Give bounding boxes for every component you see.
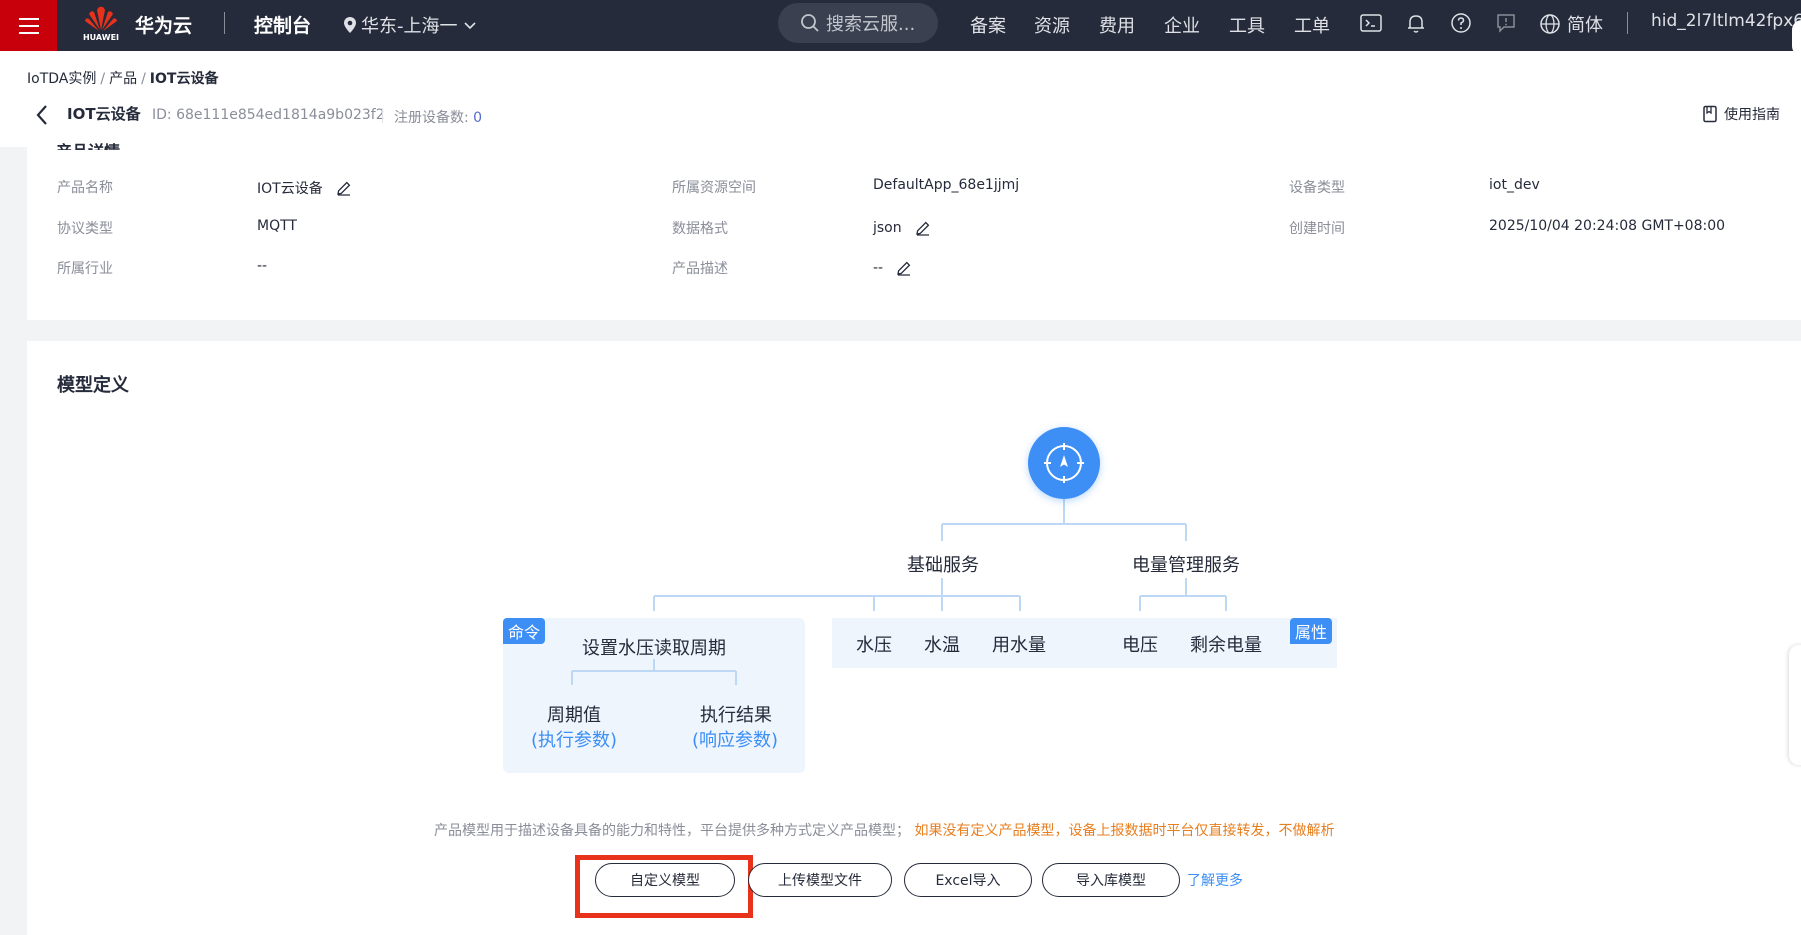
param-type: (执行参数) — [531, 730, 618, 751]
user-guide-label: 使用指南 — [1724, 107, 1780, 123]
service-basic: 基础服务 — [907, 555, 979, 576]
command-connector — [571, 659, 737, 685]
hamburger-icon — [18, 17, 39, 34]
region-selector[interactable]: 华东-上海一 — [343, 12, 478, 38]
breadcrumb: IoTDA实例 / 产品 / IOT云设备 — [27, 71, 219, 87]
field-value-text: json — [873, 220, 902, 236]
header-divider — [382, 108, 383, 123]
field-label: 设备类型 — [1289, 180, 1345, 196]
field-value-description: -- — [873, 259, 913, 277]
property-item: 用水量 — [992, 635, 1046, 656]
breadcrumb-current: IOT云设备 — [149, 71, 219, 87]
nav-item-billing[interactable]: 费用 — [1099, 12, 1135, 38]
brand-name[interactable]: 华为云 — [135, 11, 192, 38]
excel-import-button[interactable]: Excel导入 — [904, 863, 1032, 897]
console-link[interactable]: 控制台 — [254, 11, 311, 38]
language-selector[interactable]: 简体 — [1539, 11, 1603, 37]
param-name: 执行结果 — [700, 705, 772, 726]
param-name: 周期值 — [547, 705, 601, 726]
model-definition-card: 模型定义 基础服务 电量管理服务 命令 属性 设置水压读取周期 周期值 (执行参… — [27, 341, 1801, 935]
service-power: 电量管理服务 — [1132, 555, 1240, 576]
back-arrow-icon[interactable] — [34, 103, 50, 127]
globe-icon — [1540, 14, 1560, 34]
search-icon — [801, 14, 819, 32]
field-label: 创建时间 — [1289, 221, 1345, 237]
param-type: (响应参数) — [692, 730, 779, 751]
field-value-product-name: IOT云设备 — [257, 178, 353, 198]
nav-divider — [1627, 12, 1628, 34]
field-label: 数据格式 — [672, 221, 728, 237]
nav-divider — [224, 12, 225, 34]
device-count-value[interactable]: 0 — [473, 110, 482, 126]
edit-icon[interactable] — [335, 179, 353, 197]
help-icon[interactable] — [1449, 11, 1473, 35]
property-item: 水压 — [856, 635, 892, 656]
bell-icon[interactable] — [1404, 11, 1428, 35]
terminal-icon[interactable] — [1359, 11, 1383, 35]
huawei-petal-icon — [85, 6, 117, 31]
product-root-node — [1028, 427, 1100, 499]
field-value-resource-space: DefaultApp_68e1jjmj — [873, 177, 1020, 193]
nav-item-tools[interactable]: 工具 — [1229, 12, 1265, 38]
description-text: 产品模型用于描述设备具备的能力和特性，平台提供多种方式定义产品模型； — [434, 823, 910, 839]
user-account[interactable]: hid_2l7ltlm42fpx6e — [1651, 11, 1801, 31]
device-count: 注册设备数: 0 — [394, 107, 482, 127]
region-label: 华东-上海一 — [361, 16, 458, 37]
breadcrumb-product[interactable]: 产品 — [109, 71, 137, 87]
feedback-icon[interactable] — [1494, 11, 1518, 35]
location-pin-icon — [344, 17, 356, 33]
property-item: 电压 — [1122, 635, 1158, 656]
edit-icon[interactable] — [895, 259, 913, 277]
nav-item-tickets[interactable]: 工单 — [1294, 12, 1330, 38]
floating-panel-tab[interactable] — [1789, 645, 1801, 765]
page-header: IoTDA实例 / 产品 / IOT云设备 IOT云设备 ID: 68e111e854e… — [0, 51, 1801, 147]
command-tag: 命令 — [503, 618, 546, 644]
edit-icon[interactable] — [914, 219, 932, 237]
search-input[interactable]: 搜索云服... — [778, 3, 938, 43]
field-value-text: IOT云设备 — [257, 181, 323, 197]
field-value-text: -- — [873, 260, 884, 276]
field-value-protocol: MQTT — [257, 218, 297, 234]
menu-button[interactable] — [0, 0, 57, 51]
nav-item-resources[interactable]: 资源 — [1034, 12, 1070, 38]
product-id: ID: 68e111e854ed1814a9b023f2 — [152, 107, 385, 123]
language-label: 简体 — [1567, 15, 1603, 36]
top-nav: HUAWEI 华为云 控制台 华东-上海一 搜索云服... 备案 资源 费用 企… — [0, 0, 1801, 56]
field-label: 协议类型 — [57, 221, 113, 237]
chevron-down-icon — [463, 22, 476, 30]
property-item: 水温 — [924, 635, 960, 656]
model-description: 产品模型用于描述设备具备的能力和特性，平台提供多种方式定义产品模型； 如果没有定… — [434, 820, 1334, 840]
device-count-label: 注册设备数: — [394, 110, 469, 126]
breadcrumb-iotda[interactable]: IoTDA实例 — [27, 71, 96, 87]
field-value-data-format: json — [873, 219, 932, 237]
field-label: 所属资源空间 — [672, 180, 756, 196]
huawei-logo[interactable]: HUAWEI — [80, 4, 122, 46]
brand-sub-text: HUAWEI — [82, 33, 120, 42]
field-label: 所属行业 — [57, 261, 113, 277]
property-item: 剩余电量 — [1190, 635, 1262, 656]
learn-more-link[interactable]: 了解更多 — [1187, 870, 1243, 890]
command-name: 设置水压读取周期 — [582, 638, 726, 659]
nav-item-filing[interactable]: 备案 — [970, 12, 1006, 38]
highlight-box — [575, 855, 753, 918]
field-value-device-type: iot_dev — [1489, 177, 1540, 193]
field-label: 产品描述 — [672, 261, 728, 277]
compass-icon — [1044, 443, 1084, 483]
warning-text: 如果没有定义产品模型，设备上报数据时平台仅直接转发，不做解析 — [914, 823, 1335, 839]
page-title: IOT云设备 — [67, 105, 141, 123]
field-label: 产品名称 — [57, 180, 113, 196]
upload-model-file-button[interactable]: 上传模型文件 — [748, 863, 892, 897]
field-value-industry: -- — [257, 258, 268, 274]
search-placeholder: 搜索云服... — [826, 14, 916, 35]
product-info-card: 产品详情 产品名称 IOT云设备 所属资源空间 DefaultApp_68e1j… — [27, 142, 1801, 320]
book-icon — [1703, 105, 1717, 123]
user-guide-link[interactable]: 使用指南 — [1702, 104, 1780, 124]
import-library-model-button[interactable]: 导入库模型 — [1042, 863, 1180, 897]
nav-item-enterprise[interactable]: 企业 — [1164, 12, 1200, 38]
field-value-created-time: 2025/10/04 20:24:08 GMT+08:00 — [1489, 218, 1726, 234]
info-section-title: 产品详情 — [56, 138, 120, 150]
property-tag: 属性 — [1290, 618, 1333, 644]
model-diagram: 基础服务 电量管理服务 命令 属性 设置水压读取周期 周期值 (执行参数) 执行… — [27, 341, 1801, 935]
